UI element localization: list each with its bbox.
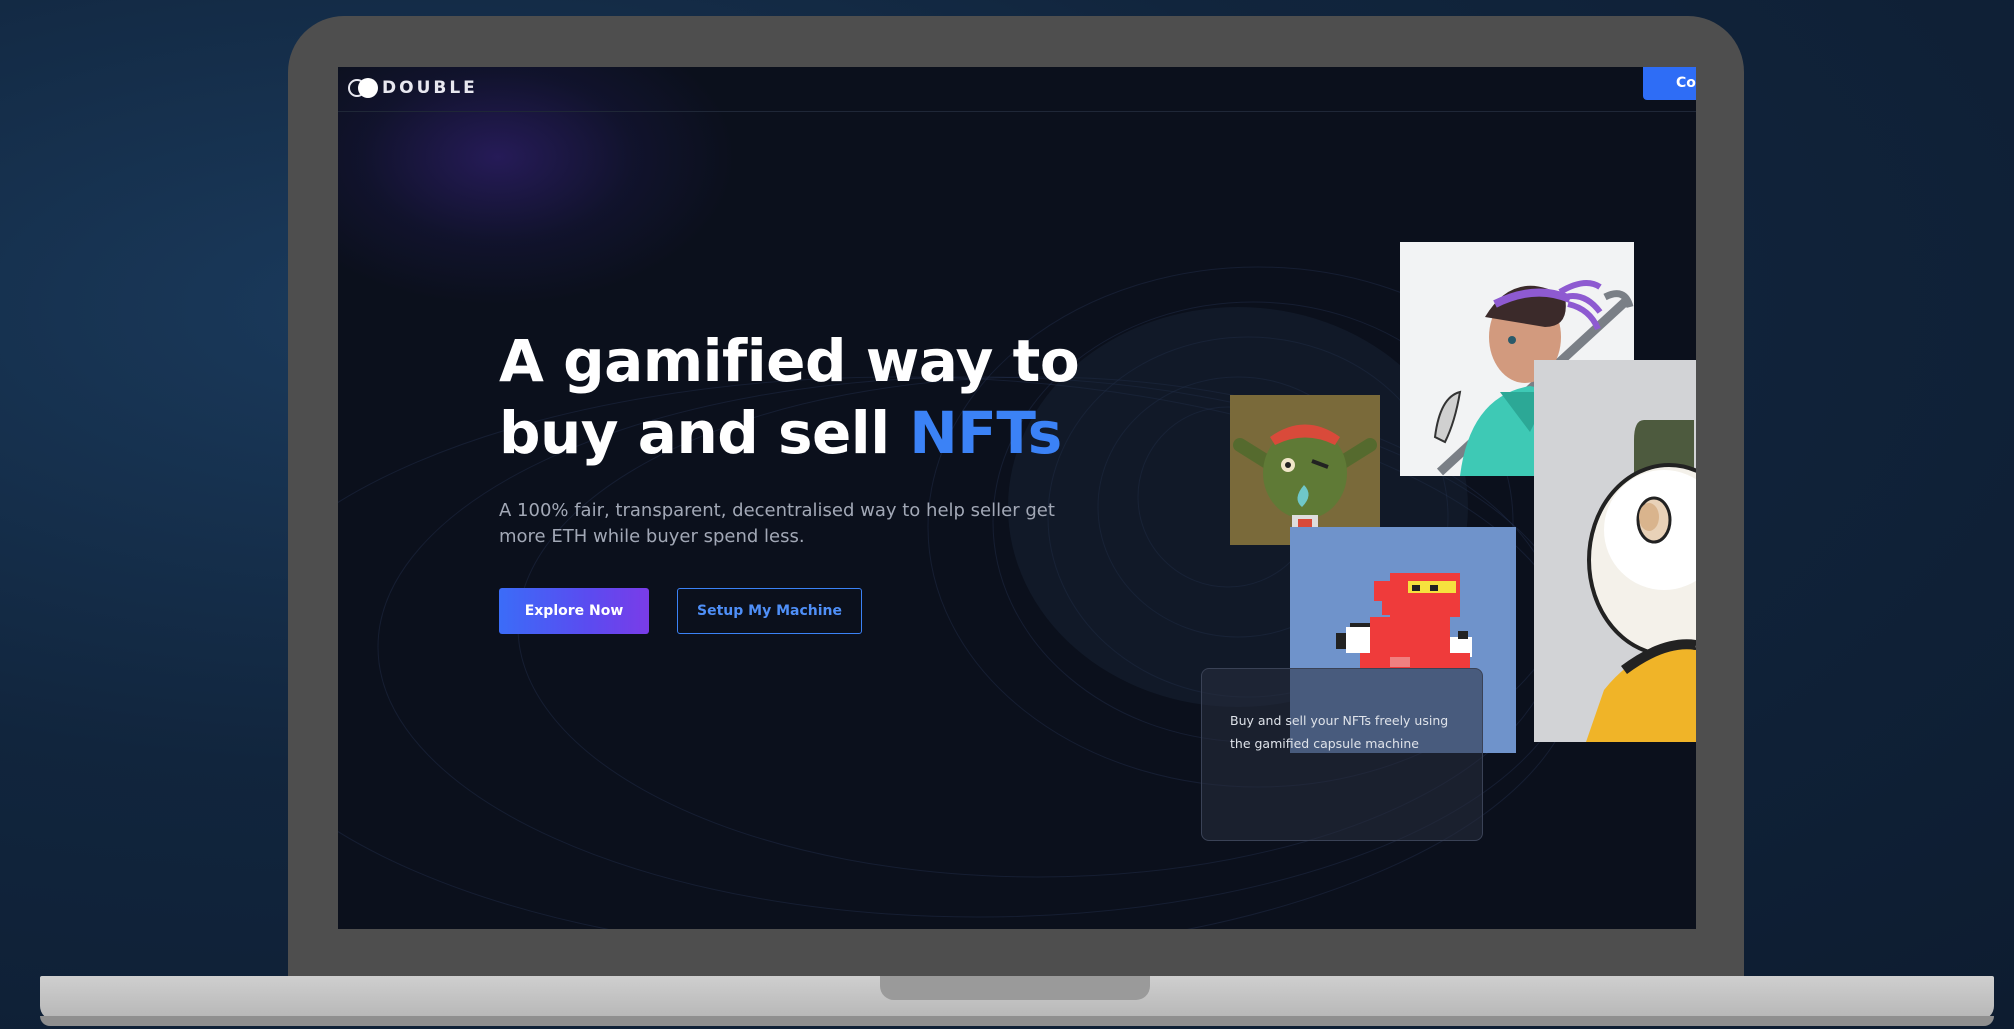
ape-image	[1534, 360, 1696, 742]
logo-icon	[348, 77, 380, 99]
setup-machine-button[interactable]: Setup My Machine	[677, 588, 862, 634]
explore-now-button[interactable]: Explore Now	[499, 588, 649, 634]
info-card: Buy and sell your NFTs freely using the …	[1201, 668, 1483, 841]
goblin-image	[1230, 395, 1380, 545]
hero-title-line2: buy and sell	[499, 399, 910, 467]
connect-button[interactable]: Co	[1643, 67, 1696, 100]
hero-title-accent: NFTs	[909, 399, 1062, 467]
hero-subtitle: A 100% fair, transparent, decentralised …	[499, 500, 1055, 547]
top-navbar: DOUBLE Co	[338, 67, 1696, 112]
brand-logo[interactable]: DOUBLE	[348, 73, 478, 103]
laptop-screen: DOUBLE Co A gamified way to buy and sell…	[338, 67, 1696, 929]
info-card-text: Buy and sell your NFTs freely using the …	[1230, 713, 1449, 751]
hero-title-line1: A gamified way to	[499, 327, 1080, 395]
laptop-base-edge	[40, 1016, 1994, 1026]
hero-title: A gamified way to buy and sell NFTs	[499, 325, 1080, 469]
brand-name: DOUBLE	[382, 78, 478, 98]
laptop-trackpad-notch	[880, 976, 1150, 1000]
